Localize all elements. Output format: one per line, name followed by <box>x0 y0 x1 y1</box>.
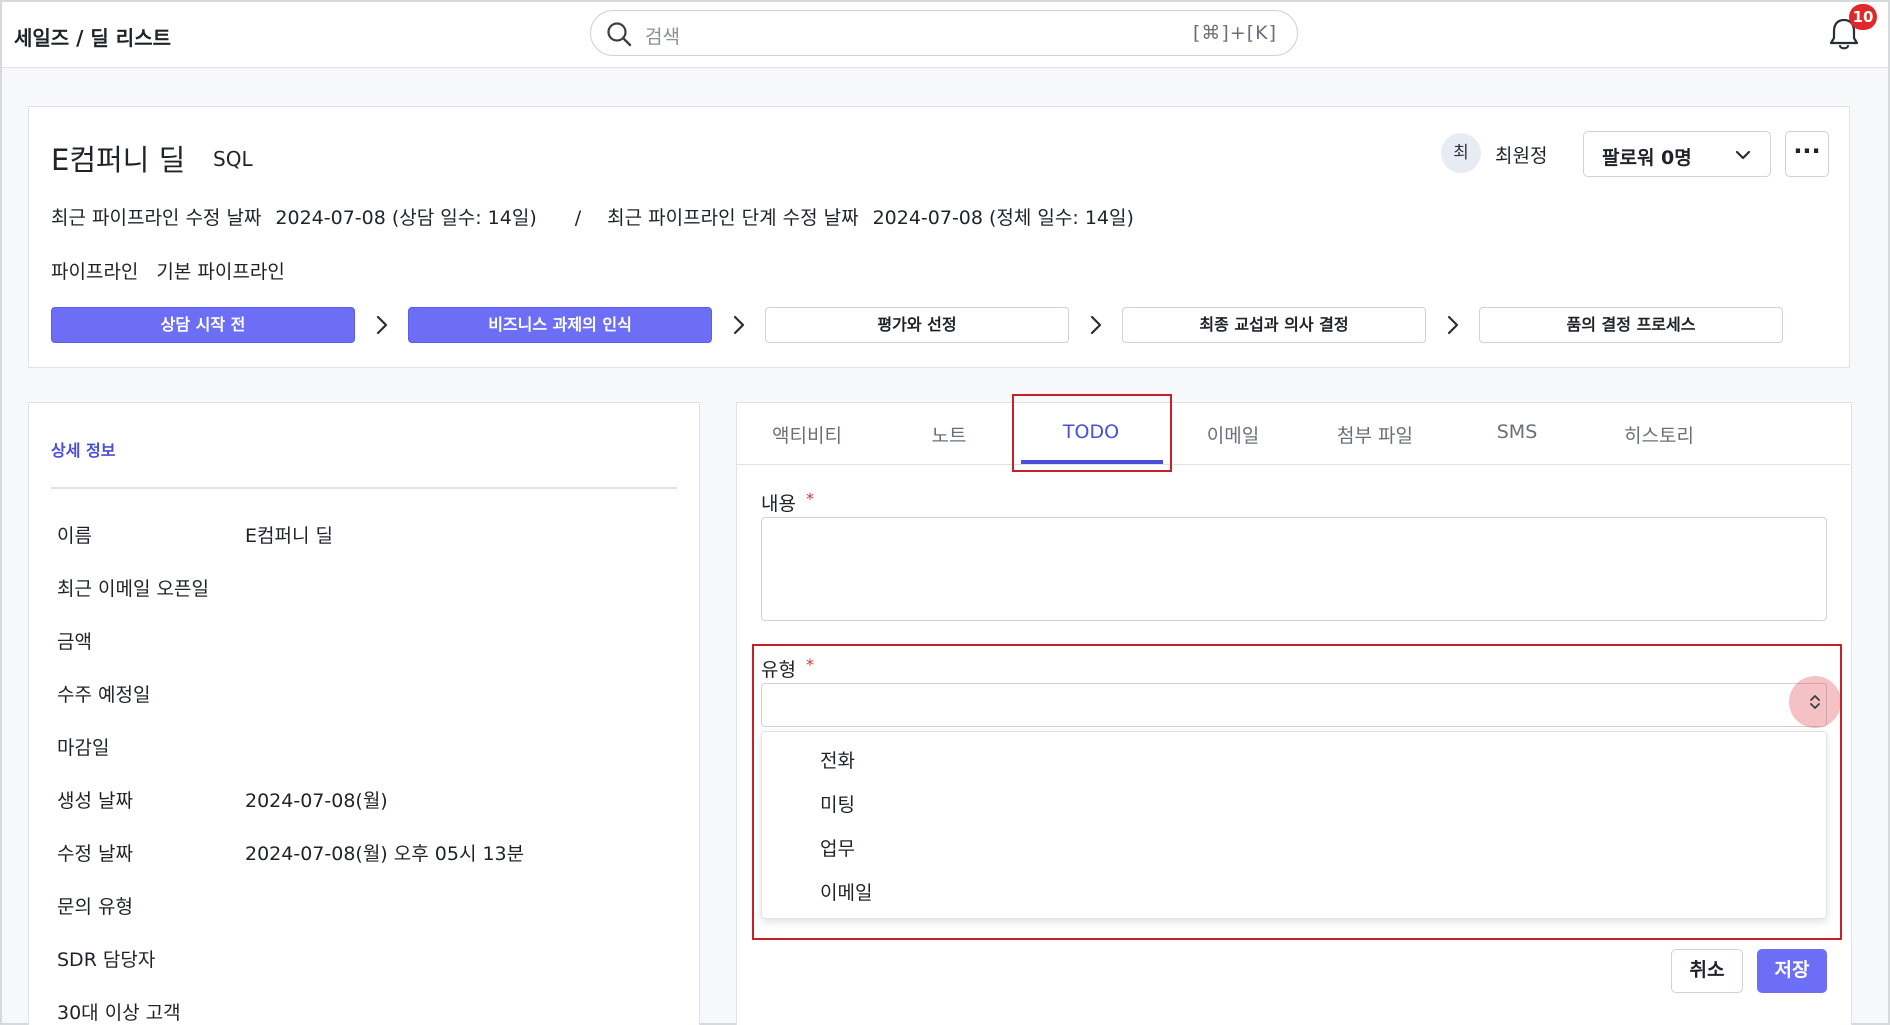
stage-step[interactable]: 비즈니스 과제의 인식 <box>408 307 712 343</box>
content-field-label: 내용 * <box>761 489 814 516</box>
deal-title: E컴퍼니 딜 <box>51 143 186 177</box>
pipeline-dates: 최근 파이프라인 수정 날짜 2024-07-08 (상담 일수: 14일) / 최근… <box>51 203 1148 230</box>
tab-bar: 액티비티 노트 TODO 이메일 첨부 파일 SMS 히스토리 <box>737 403 1850 465</box>
todo-tab-highlight <box>1012 394 1172 472</box>
search-shortcut: [⌘]+[K] <box>1192 22 1277 44</box>
tab-activity[interactable]: 액티비티 <box>737 421 877 448</box>
search-input[interactable]: 검색 [⌘]+[K] <box>590 10 1298 56</box>
pipeline-modified-value: 2024-07-08 (상담 일수: 14일) <box>275 207 537 229</box>
field-value: E컴퍼니 딜 <box>245 525 333 547</box>
field-key: 최근 이메일 오픈일 <box>57 578 209 600</box>
field-key: 이름 <box>57 525 92 547</box>
cancel-button[interactable]: 취소 <box>1671 949 1743 993</box>
stage-modified-value: 2024-07-08 (정체 일수: 14일) <box>872 207 1134 229</box>
chevron-right-icon <box>1447 315 1459 335</box>
field-key: 수정 날짜 <box>57 843 133 865</box>
content-label-text: 내용 <box>761 493 796 515</box>
field-key: 문의 유형 <box>57 896 133 918</box>
save-button[interactable]: 저장 <box>1757 949 1827 993</box>
field-key: 금액 <box>57 631 92 653</box>
detail-info-heading[interactable]: 상세 정보 <box>51 437 115 461</box>
tab-notes[interactable]: 노트 <box>879 421 1019 448</box>
tab-history[interactable]: 히스토리 <box>1589 421 1729 448</box>
more-options-button[interactable]: ··· <box>1785 131 1829 177</box>
stage-modified-label: 최근 파이프라인 단계 수정 날짜 <box>607 207 859 229</box>
breadcrumb[interactable]: 세일즈 / 딜 리스트 <box>14 22 171 51</box>
follower-dropdown-button[interactable]: 팔로워 0명 <box>1583 131 1771 177</box>
field-key: SDR 담당자 <box>57 949 156 971</box>
search-icon <box>607 22 632 47</box>
stage-step[interactable]: 평가와 선정 <box>765 307 1069 343</box>
divider <box>51 487 677 489</box>
pipeline-value[interactable]: 기본 파이프라인 <box>156 261 284 283</box>
follower-label: 팔로워 0명 <box>1602 147 1692 169</box>
pipeline-info: 파이프라인 기본 파이프라인 <box>51 257 303 284</box>
chevron-down-icon <box>1735 150 1751 160</box>
pipeline-stages: 상담 시작 전 비즈니스 과제의 인식 평가와 선정 최종 교섭과 의사 결정 … <box>51 307 1811 343</box>
content-textarea[interactable] <box>761 517 1827 621</box>
separator: / <box>574 207 582 229</box>
owner-name[interactable]: 최원정 <box>1495 141 1547 168</box>
chevron-right-icon <box>733 315 745 335</box>
search-placeholder: 검색 <box>645 26 680 48</box>
field-key: 생성 날짜 <box>57 790 133 812</box>
field-key: 마감일 <box>57 737 110 759</box>
detail-info-card: 상세 정보 이름 E컴퍼니 딜 최근 이메일 오픈일 금액 수주 예정일 마감일… <box>28 402 700 1025</box>
stage-step[interactable]: 품의 결정 프로세스 <box>1479 307 1783 343</box>
field-value: 2024-07-08(월) <box>245 790 388 812</box>
field-key: 수주 예정일 <box>57 684 151 706</box>
top-bar: 세일즈 / 딜 리스트 검색 [⌘]+[K] 10 <box>2 2 1888 68</box>
stage-step[interactable]: 최종 교섭과 의사 결정 <box>1122 307 1426 343</box>
tab-email[interactable]: 이메일 <box>1163 421 1303 448</box>
type-field-highlight <box>752 644 1842 940</box>
avatar[interactable]: 최 <box>1441 133 1481 173</box>
chevron-right-icon <box>1090 315 1102 335</box>
notification-badge: 10 <box>1849 4 1877 30</box>
tab-attachments[interactable]: 첨부 파일 <box>1305 421 1445 448</box>
chevron-right-icon <box>376 315 388 335</box>
deal-header-card: E컴퍼니 딜 SQL 최 최원정 팔로워 0명 ··· 최근 파이프라인 수정 … <box>28 106 1850 368</box>
required-mark: * <box>805 489 814 508</box>
field-key: 30대 이상 고객 <box>57 1002 181 1024</box>
field-value: 2024-07-08(월) 오후 05시 13분 <box>245 843 525 865</box>
deal-stage-tag: SQL <box>213 147 253 171</box>
stage-step[interactable]: 상담 시작 전 <box>51 307 355 343</box>
tab-sms[interactable]: SMS <box>1447 421 1587 443</box>
pipeline-modified-label: 최근 파이프라인 수정 날짜 <box>51 207 262 229</box>
pipeline-label: 파이프라인 <box>51 261 139 283</box>
